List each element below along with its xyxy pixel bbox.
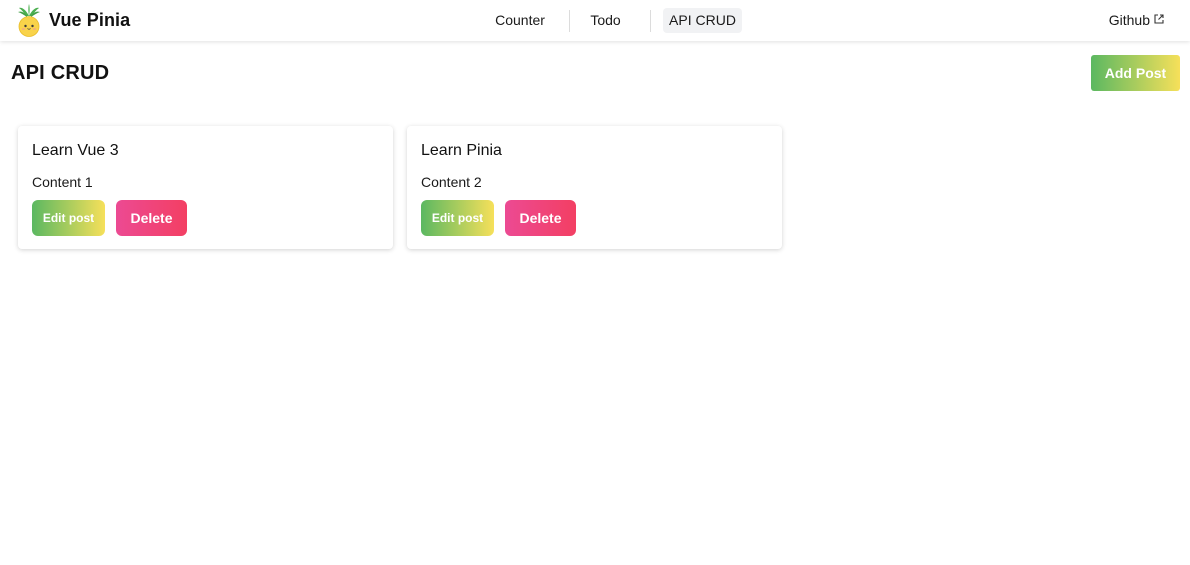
post-title: Learn Vue 3 [32, 142, 119, 159]
nav-divider [650, 10, 651, 32]
post-content: Content 2 [421, 174, 482, 190]
edit-post-button[interactable]: Edit post [421, 200, 494, 236]
edit-post-button[interactable]: Edit post [32, 200, 105, 236]
pinia-pineapple-icon [18, 4, 40, 37]
post-card: Learn Pinia Content 2 Edit post Delete [407, 126, 782, 249]
brand-link[interactable]: Vue Pinia [16, 4, 130, 37]
github-link[interactable]: Github [1109, 8, 1164, 33]
nav-link-counter[interactable]: Counter [480, 8, 560, 33]
nav-link-todo[interactable]: Todo [578, 8, 633, 33]
github-link-label: Github [1108, 12, 1150, 28]
page-title: API CRUD [11, 62, 110, 84]
brand-name: Vue Pinia [49, 10, 131, 30]
post-content: Content 1 [32, 174, 93, 190]
nav-link-api-crud[interactable]: API CRUD [663, 8, 742, 33]
post-title: Learn Pinia [421, 142, 502, 159]
delete-post-button[interactable]: Delete [505, 200, 576, 236]
nav-divider [569, 10, 570, 32]
top-navbar: Vue Pinia Counter Todo API CRUD Github [0, 0, 1190, 41]
post-card: Learn Vue 3 Content 1 Edit post Delete [18, 126, 393, 249]
external-link-icon [1154, 14, 1164, 24]
posts-grid: Learn Vue 3 Content 1 Edit post Delete L… [18, 126, 798, 256]
delete-post-button[interactable]: Delete [116, 200, 187, 236]
add-post-button[interactable]: Add Post [1091, 55, 1180, 91]
